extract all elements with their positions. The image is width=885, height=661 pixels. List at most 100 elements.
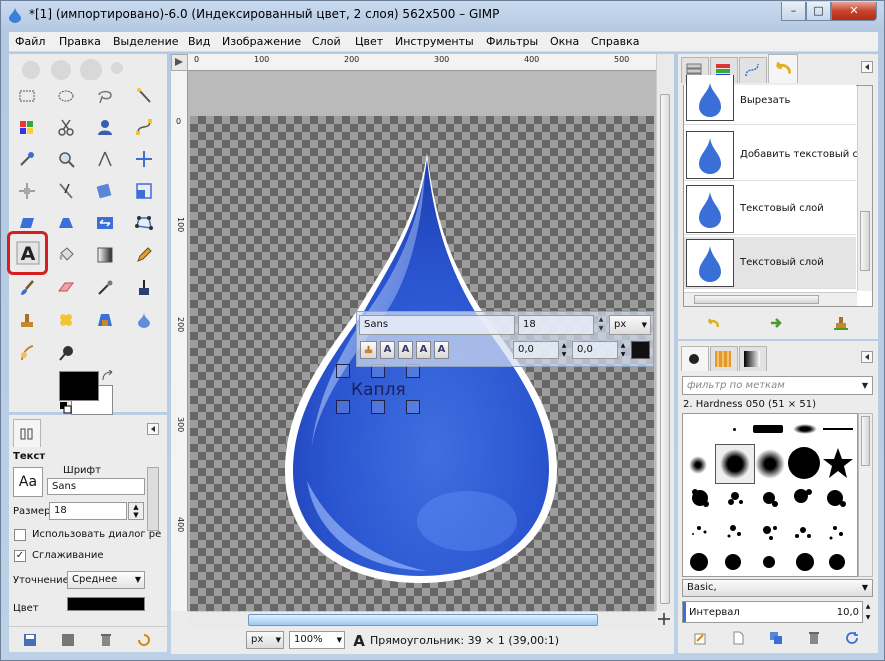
tool-smudge[interactable] (132, 308, 156, 332)
text-box-handle-b[interactable] (371, 400, 385, 414)
menu-windows[interactable]: Окна (550, 35, 579, 48)
brush-scrollbar[interactable] (858, 413, 873, 577)
tab-patterns[interactable] (710, 346, 738, 371)
vertical-scrollbar[interactable] (656, 54, 673, 611)
navigate-icon[interactable] (657, 612, 671, 626)
tab-tool-options[interactable] (13, 419, 41, 447)
ctb-color-button[interactable] (631, 341, 650, 359)
tool-ink[interactable] (132, 276, 156, 300)
ctb-bold-button[interactable]: A (380, 341, 395, 359)
menu-image[interactable]: Изображение (222, 35, 301, 48)
history-scrollbar[interactable] (857, 86, 872, 291)
tool-cage[interactable] (132, 211, 156, 235)
tool-perspective[interactable] (54, 211, 78, 235)
tool-scale[interactable] (132, 179, 156, 203)
spacing-stepper[interactable]: ▲ ▼ (863, 601, 873, 623)
horizontal-ruler[interactable]: 0 100 200 300 400 500 (188, 54, 656, 71)
tool-options-scrollbar[interactable] (147, 467, 159, 531)
spacing-slider[interactable]: Интервал 10,0 (682, 601, 863, 623)
tool-paintbrush[interactable] (15, 276, 39, 300)
tool-free-select[interactable] (93, 84, 117, 108)
maximize-button[interactable]: □ (806, 2, 831, 21)
close-button[interactable]: ✕ (831, 2, 877, 21)
default-colors-icon[interactable] (60, 402, 72, 414)
foreground-color-swatch[interactable] (59, 371, 99, 401)
history-h-scroll-thumb[interactable] (694, 295, 819, 304)
reset-options-icon[interactable] (137, 633, 151, 647)
tool-airbrush[interactable] (93, 276, 117, 300)
brush-item[interactable] (793, 424, 817, 434)
restore-options-icon[interactable] (61, 633, 75, 647)
redo-icon[interactable] (768, 315, 784, 331)
vertical-scroll-thumb[interactable] (660, 94, 670, 604)
tab-gradients[interactable] (739, 346, 767, 371)
ctb-size-input[interactable]: 18 (518, 315, 594, 335)
unit-select[interactable]: px ▼ (246, 631, 284, 649)
tool-pencil[interactable] (132, 243, 156, 267)
brush-item[interactable] (689, 456, 707, 474)
ctb-baseline-input[interactable]: 0,0 (513, 341, 559, 359)
text-box-handle-br[interactable] (406, 400, 420, 414)
font-preview-button[interactable]: Aa (13, 467, 43, 497)
brush-preset-select[interactable]: Basic, ▼ (682, 579, 873, 597)
tab-brushes[interactable] (681, 346, 709, 371)
tab-paths[interactable] (739, 57, 767, 83)
tool-blur[interactable] (15, 341, 39, 365)
brush-item[interactable] (788, 447, 820, 479)
swap-colors-icon[interactable] (101, 370, 115, 384)
history-item-1[interactable]: Добавить текстовый сло (684, 129, 870, 181)
menu-filters[interactable]: Фильтры (486, 35, 538, 48)
ctb-size-stepper[interactable]: ▲ ▼ (595, 315, 607, 335)
delete-brush-icon[interactable] (807, 631, 821, 645)
menu-layer[interactable]: Слой (312, 35, 341, 48)
panel-menu-icon[interactable] (861, 351, 873, 363)
tool-text[interactable]: A (7, 231, 48, 275)
refresh-brushes-icon[interactable] (845, 631, 859, 645)
duplicate-brush-icon[interactable] (769, 631, 783, 645)
tool-foreground-select[interactable] (93, 115, 117, 139)
tool-paths[interactable] (132, 115, 156, 139)
brush-tag-filter[interactable]: фильтр по меткам ▼ (682, 376, 873, 395)
tool-eraser[interactable] (54, 276, 78, 300)
panel-menu-icon[interactable] (147, 423, 159, 435)
quick-mask-corner[interactable] (171, 54, 188, 71)
menu-file[interactable]: Файл (15, 35, 45, 48)
undo-icon[interactable] (705, 315, 721, 331)
clear-history-icon[interactable] (833, 315, 849, 331)
history-item-0[interactable]: Вырезать (684, 75, 856, 125)
text-layer-content[interactable]: Капля (351, 380, 406, 400)
tool-color-picker[interactable] (15, 147, 39, 171)
tool-scissors-select[interactable] (54, 115, 78, 139)
save-options-icon[interactable] (23, 633, 37, 647)
text-box-handle-tl[interactable] (336, 364, 350, 378)
edit-brush-icon[interactable] (693, 631, 707, 645)
horizontal-scrollbar[interactable] (188, 611, 656, 628)
ctb-strikethrough-button[interactable]: A (434, 341, 449, 359)
menu-view[interactable]: Вид (188, 35, 210, 48)
tab-history[interactable] (768, 54, 798, 83)
tool-zoom[interactable] (54, 147, 78, 171)
history-item-2[interactable]: Текстовый слой (684, 183, 856, 235)
history-scroll-thumb[interactable] (860, 211, 870, 271)
menu-tools[interactable]: Инструменты (395, 35, 474, 48)
text-color-button[interactable] (67, 597, 145, 611)
brush-item-selected[interactable] (715, 444, 755, 484)
tool-dodge-burn[interactable] (54, 341, 78, 365)
tool-rotate[interactable] (93, 179, 117, 203)
menu-help[interactable]: Справка (591, 35, 639, 48)
tool-perspective-clone[interactable] (93, 308, 117, 332)
panel-menu-icon[interactable] (861, 61, 873, 73)
ctb-kerning-input[interactable]: 0,0 (572, 341, 618, 359)
tool-ellipse-select[interactable] (54, 84, 78, 108)
brush-item[interactable] (755, 449, 785, 479)
tool-color-select[interactable] (15, 115, 39, 139)
ctb-font-input[interactable]: Sans (359, 315, 515, 335)
tool-heal[interactable] (54, 308, 78, 332)
size-stepper[interactable]: ▲ ▼ (128, 502, 144, 520)
tool-measure[interactable] (93, 147, 117, 171)
ctb-clear-style-button[interactable] (360, 341, 377, 359)
ctb-kerning-stepper[interactable]: ▲ ▼ (618, 341, 628, 359)
ctb-italic-button[interactable]: A (398, 341, 413, 359)
antialias-checkbox[interactable]: ✓ (14, 550, 26, 562)
star-brush-icon[interactable] (822, 447, 854, 479)
